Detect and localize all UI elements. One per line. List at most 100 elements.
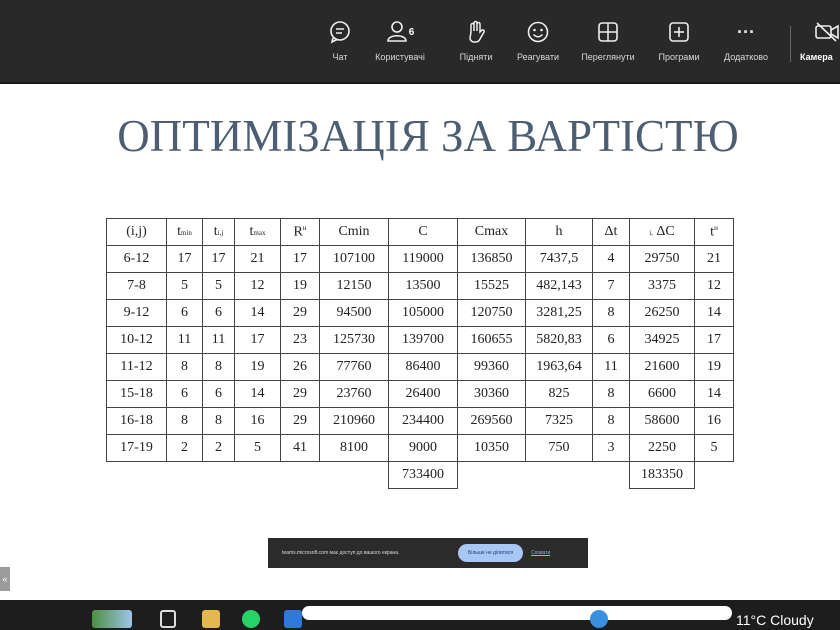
cell-c: 234400 xyxy=(388,407,458,435)
react-button[interactable]: Реагувати xyxy=(507,20,569,74)
header-cmin: Cmin xyxy=(319,218,389,246)
cell-c: 86400 xyxy=(388,353,458,381)
cell-tmax: 12 xyxy=(234,272,281,300)
weather-widget[interactable]: 11°C Cloudy xyxy=(736,612,814,628)
cell-tn: 5 xyxy=(694,434,734,462)
cell-r: 41 xyxy=(280,434,320,462)
header-tij: ti,j xyxy=(202,218,235,246)
more-button[interactable]: ··· Додатково xyxy=(715,20,777,74)
apps-icon xyxy=(668,20,690,44)
cell-r: 29 xyxy=(280,380,320,408)
cell-dt: 8 xyxy=(592,299,630,327)
table-row: 15-18 6 6 14 29 23760 26400 30360 825 8 6600 14 xyxy=(106,380,734,408)
apps-button[interactable]: Програми xyxy=(648,20,710,74)
chat-button[interactable]: Чат xyxy=(309,20,371,74)
totals-row: 733400 183350 xyxy=(107,461,734,489)
cell-cmax: 30360 xyxy=(457,380,526,408)
view-button[interactable]: Переглянути xyxy=(577,20,639,74)
cell-dc: 29750 xyxy=(629,245,695,273)
header-dc: i, ΔC xyxy=(629,218,695,246)
share-notice-text: teams.microsoft.com має доступ до вашого… xyxy=(282,550,400,556)
cell-tn: 14 xyxy=(694,299,734,327)
camera-label: Камера xyxy=(800,52,833,62)
cell-dt: 7 xyxy=(592,272,630,300)
cell-dc: 34925 xyxy=(629,326,695,354)
table-row: 10-12 11 11 17 23 125730 139700 160655 5820,83 6 3… xyxy=(106,326,734,354)
camera-button[interactable]: Камера xyxy=(800,20,840,74)
toolbar-divider xyxy=(790,26,791,62)
stop-sharing-button[interactable]: Більше не ділитися xyxy=(458,544,524,562)
people-button[interactable]: 6 Користувачі xyxy=(369,20,431,74)
cell-cmax: 10350 xyxy=(457,434,526,462)
widgets-icon[interactable] xyxy=(92,610,132,628)
cell-dc: 26250 xyxy=(629,299,695,327)
table-row: 16-18 8 8 16 29 210960 234400 269560 7325 8 58600 1… xyxy=(106,407,734,435)
view-label: Переглянути xyxy=(581,52,635,62)
file-explorer-icon[interactable] xyxy=(202,610,220,628)
table-header-row: (i,j) tmin ti,j tmax Rн Cmin C Cmax h Δt… xyxy=(106,218,734,246)
people-label: Користувачі xyxy=(375,52,425,62)
react-label: Реагувати xyxy=(516,52,560,62)
raise-hand-icon xyxy=(465,20,487,44)
raise-hand-button[interactable]: Підняти xyxy=(445,20,507,74)
cell-tmin: 8 xyxy=(166,353,203,381)
header-r: Rн xyxy=(280,218,320,246)
app-icon[interactable] xyxy=(284,610,302,628)
cell-tn: 21 xyxy=(694,245,734,273)
cell-tn: 19 xyxy=(694,353,734,381)
cell-tij: 11 xyxy=(202,326,235,354)
table-row: 17-19 2 2 5 41 8100 9000 10350 750 3 2250 5 xyxy=(106,434,734,462)
cell-ij: 17-19 xyxy=(106,434,167,462)
cell-cmin: 8100 xyxy=(319,434,389,462)
people-icon: 6 xyxy=(386,20,415,44)
cell-cmax: 120750 xyxy=(457,299,526,327)
cell-dt: 8 xyxy=(592,380,630,408)
header-ij: (i,j) xyxy=(106,218,167,246)
total-c: 733400 xyxy=(388,461,458,489)
cell-cmin: 94500 xyxy=(319,299,389,327)
cell-cmin: 125730 xyxy=(319,326,389,354)
screen-share-notice: teams.microsoft.com має доступ до вашого… xyxy=(268,538,588,568)
cell-ij: 11-12 xyxy=(106,353,167,381)
horizontal-scrollbar[interactable] xyxy=(302,606,732,620)
whatsapp-icon[interactable] xyxy=(242,610,260,628)
cell-h: 3281,25 xyxy=(525,299,593,327)
task-view-icon[interactable] xyxy=(160,610,176,628)
cell-tmin: 8 xyxy=(166,407,203,435)
cell-h: 5820,83 xyxy=(525,326,593,354)
cell-tn: 14 xyxy=(694,380,734,408)
cell-r: 29 xyxy=(280,407,320,435)
more-label: Додатково xyxy=(724,52,768,62)
cell-ij: 6-12 xyxy=(106,245,167,273)
table-row: 6-12 17 17 21 17 107100 119000 136850 7437,5 4 297… xyxy=(106,245,734,273)
slide-title: ОПТИМІЗАЦІЯ ЗА ВАРТІСТЮ xyxy=(117,111,739,161)
cell-ij: 7-8 xyxy=(106,272,167,300)
cell-dc: 58600 xyxy=(629,407,695,435)
side-expand-tab[interactable]: « xyxy=(0,567,10,591)
cell-dc: 21600 xyxy=(629,353,695,381)
cell-h: 1963,64 xyxy=(525,353,593,381)
more-icon: ··· xyxy=(737,21,755,42)
telegram-icon[interactable] xyxy=(590,610,608,628)
table-row: 9-12 6 6 14 29 94500 105000 120750 3281,25 8 26250… xyxy=(106,299,734,327)
cell-cmax: 15525 xyxy=(457,272,526,300)
cell-ij: 10-12 xyxy=(106,326,167,354)
cell-cmax: 160655 xyxy=(457,326,526,354)
cost-optimization-table: (i,j) tmin ti,j tmax Rн Cmin C Cmax h Δt… xyxy=(106,218,734,489)
cell-r: 26 xyxy=(280,353,320,381)
cell-tmax: 21 xyxy=(234,245,281,273)
cell-tmin: 2 xyxy=(166,434,203,462)
header-dt: Δt xyxy=(592,218,630,246)
react-icon xyxy=(526,20,550,44)
cell-r: 17 xyxy=(280,245,320,273)
hide-notice-link[interactable]: Сховати xyxy=(531,550,550,556)
participant-count: 6 xyxy=(408,26,415,38)
cell-dt: 8 xyxy=(592,407,630,435)
cell-dc: 3375 xyxy=(629,272,695,300)
cell-tij: 17 xyxy=(202,245,235,273)
cell-ij: 16-18 xyxy=(106,407,167,435)
cell-dt: 6 xyxy=(592,326,630,354)
cell-tij: 8 xyxy=(202,353,235,381)
cell-c: 119000 xyxy=(388,245,458,273)
chat-icon xyxy=(328,20,352,44)
